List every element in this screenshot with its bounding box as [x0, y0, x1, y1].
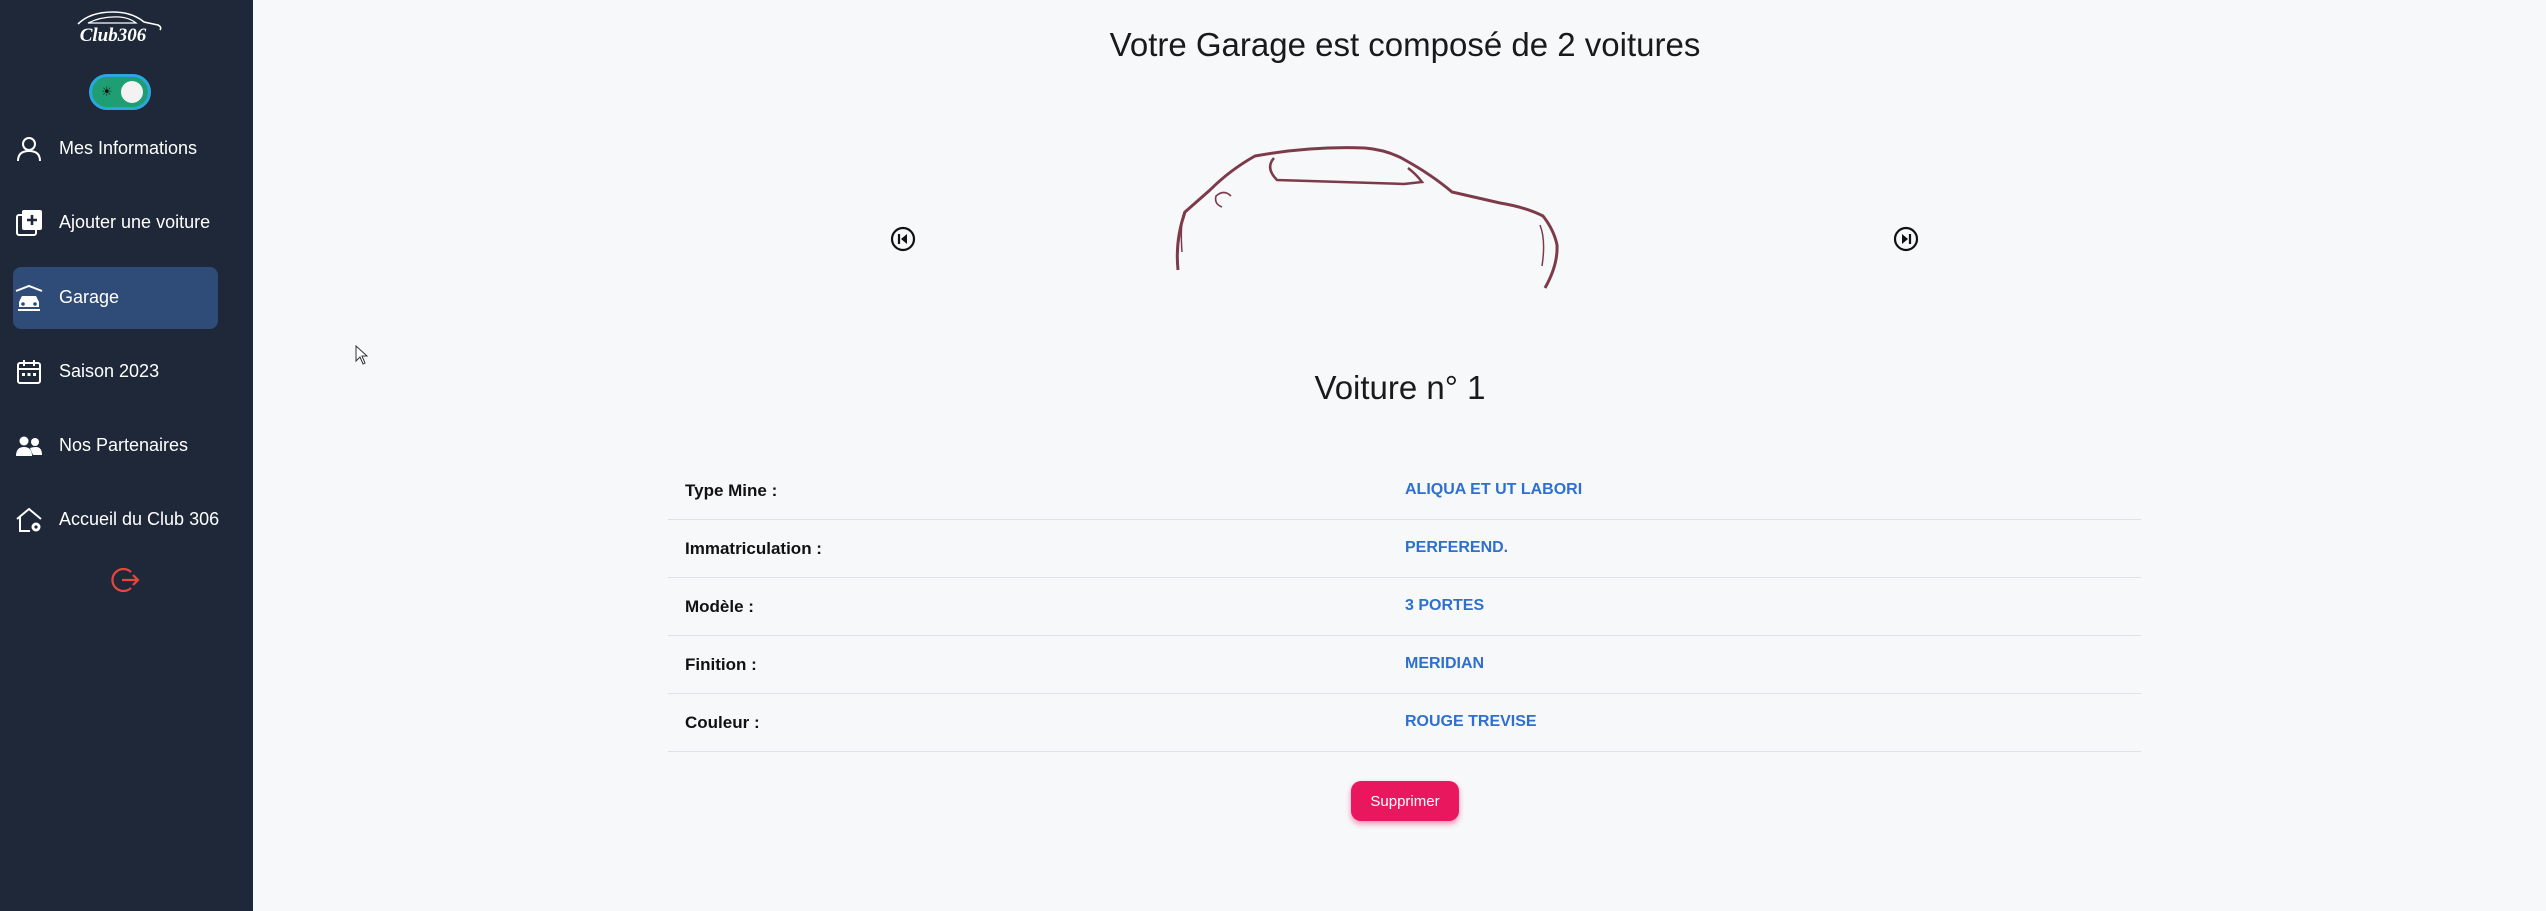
logout-icon[interactable]: [110, 565, 140, 595]
mouse-cursor-icon: [355, 345, 369, 365]
page-title: Votre Garage est composé de 2 voitures: [1109, 26, 1701, 63]
table-row: Couleur : ROUGE TREVISE: [668, 694, 2141, 752]
next-car-icon[interactable]: [1893, 226, 1919, 252]
sidebar-item-label: Saison 2023: [59, 361, 160, 381]
people-icon: [16, 436, 42, 456]
sidebar-item-label: Garage: [59, 287, 120, 307]
spec-label: Finition :: [685, 655, 757, 674]
logo-text: Club306: [80, 25, 147, 46]
table-row: Modèle : 3 PORTES: [668, 578, 2141, 636]
sidebar-item-label: Accueil du Club 306: [59, 509, 220, 529]
spec-value: ROUGE TREVISE: [1405, 713, 1537, 730]
previous-car-icon[interactable]: [890, 226, 916, 252]
sidebar-item-label: Mes Informations: [59, 138, 198, 158]
spec-label: Immatriculation :: [685, 539, 822, 558]
car-silhouette-image: [1175, 146, 1559, 289]
spec-label: Modèle :: [685, 597, 754, 616]
car-specs-table: Type Mine : ALIQUA ET UT LABORI Immatric…: [668, 462, 2141, 752]
sidebar-item-mes-informations[interactable]: Mes Informations: [13, 118, 218, 180]
add-box-icon: [16, 210, 42, 236]
table-row: Immatriculation : PERFEREND.: [668, 520, 2141, 578]
table-row: Type Mine : ALIQUA ET UT LABORI: [668, 462, 2141, 520]
sidebar-item-saison-2023[interactable]: Saison 2023: [13, 341, 218, 403]
spec-label: Type Mine :: [685, 481, 778, 500]
sidebar: Club306 ☀ Mes Informations Ajouter une v…: [0, 0, 253, 911]
sidebar-item-ajouter-voiture[interactable]: Ajouter une voiture: [13, 192, 218, 254]
toggle-knob: [121, 81, 143, 103]
sidebar-item-accueil[interactable]: Accueil du Club 306: [13, 489, 220, 551]
delete-car-button[interactable]: Supprimer: [1351, 781, 1459, 821]
club306-logo[interactable]: Club306: [58, 6, 168, 48]
home-icon: [16, 507, 42, 532]
car-title: Voiture n° 1: [1314, 369, 1486, 406]
sidebar-item-garage[interactable]: Garage: [13, 267, 218, 329]
garage-car-icon: [15, 284, 43, 311]
theme-toggle[interactable]: ☀: [89, 74, 151, 110]
sun-icon: ☀: [101, 84, 113, 99]
calendar-icon: [17, 360, 41, 384]
spec-value: ALIQUA ET UT LABORI: [1405, 481, 1583, 498]
table-row: Finition : MERIDIAN: [668, 636, 2141, 694]
spec-label: Couleur :: [685, 713, 760, 732]
spec-value: PERFEREND.: [1405, 539, 1509, 556]
sidebar-item-label: Ajouter une voiture: [59, 212, 211, 232]
sidebar-item-label: Nos Partenaires: [59, 435, 189, 455]
spec-value: 3 PORTES: [1405, 597, 1485, 614]
spec-value: MERIDIAN: [1405, 655, 1485, 672]
user-icon: [17, 137, 41, 162]
sidebar-item-nos-partenaires[interactable]: Nos Partenaires: [13, 415, 218, 477]
